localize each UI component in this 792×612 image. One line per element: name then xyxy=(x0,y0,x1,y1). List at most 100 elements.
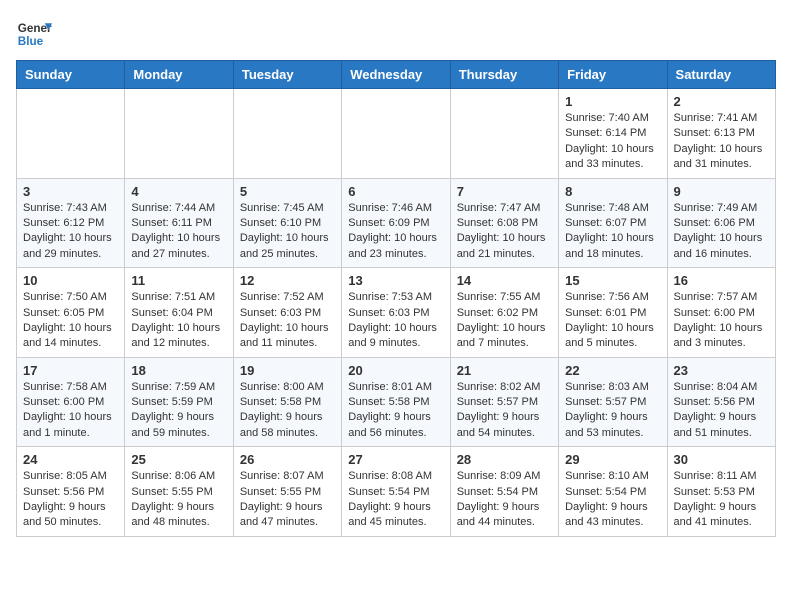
day-number: 5 xyxy=(240,184,335,199)
header-sunday: Sunday xyxy=(17,61,125,89)
day-number: 2 xyxy=(674,94,769,109)
day-number: 7 xyxy=(457,184,552,199)
table-cell: 18Sunrise: 7:59 AM Sunset: 5:59 PM Dayli… xyxy=(125,357,233,447)
table-cell: 17 Sunrise: 7:58 AM Sunset: 6:00 PM Dayli… xyxy=(17,357,125,447)
day-number: 8 xyxy=(565,184,660,199)
day-info: Sunrise: 7:40 AM Sunset: 6:14 PM Dayligh… xyxy=(565,111,660,173)
day-info: Sunrise: 7:44 AM Sunset: 6:11 PM Dayligh… xyxy=(131,201,226,263)
day-info: Sunrise: 8:08 AM Sunset: 5:54 PM Dayligh… xyxy=(348,469,443,531)
table-cell xyxy=(233,89,341,179)
day-number: 26 xyxy=(240,452,335,467)
day-info: Sunrise: 8:06 AM Sunset: 5:55 PM Dayligh… xyxy=(131,469,226,531)
day-number: 4 xyxy=(131,184,226,199)
table-cell: 28 Sunrise: 8:09 AM Sunset: 5:54 PM Dayli… xyxy=(450,447,558,537)
day-info: Sunrise: 8:07 AM Sunset: 5:55 PM Dayligh… xyxy=(240,469,335,531)
day-number: 16 xyxy=(674,273,769,288)
header-monday: Monday xyxy=(125,61,233,89)
table-cell: 21 Sunrise: 8:02 AM Sunset: 5:57 PM Dayli… xyxy=(450,357,558,447)
table-cell: 10Sunrise: 7:50 AM Sunset: 6:05 PM Dayli… xyxy=(17,268,125,358)
day-info: Sunrise: 8:10 AM Sunset: 5:54 PM Dayligh… xyxy=(565,469,660,531)
logo: General Blue xyxy=(16,16,52,52)
week-row-0: 1 Sunrise: 7:40 AM Sunset: 6:14 PM Daylig… xyxy=(17,89,776,179)
table-cell: 19 Sunrise: 8:00 AM Sunset: 5:58 PM Dayli… xyxy=(233,357,341,447)
day-number: 18 xyxy=(131,363,226,378)
day-info: Sunrise: 8:03 AM Sunset: 5:57 PM Dayligh… xyxy=(565,380,660,442)
week-row-1: 3 Sunrise: 7:43 AM Sunset: 6:12 PM Daylig… xyxy=(17,178,776,268)
table-cell: 30 Sunrise: 8:11 AM Sunset: 5:53 PM Dayli… xyxy=(667,447,775,537)
table-cell: 23Sunrise: 8:04 AM Sunset: 5:56 PM Dayli… xyxy=(667,357,775,447)
day-info: Sunrise: 8:02 AM Sunset: 5:57 PM Dayligh… xyxy=(457,380,552,442)
day-number: 20 xyxy=(348,363,443,378)
day-number: 15 xyxy=(565,273,660,288)
table-cell: 16 Sunrise: 7:57 AM Sunset: 6:00 PM Dayli… xyxy=(667,268,775,358)
day-info: Sunrise: 7:57 AM Sunset: 6:00 PM Dayligh… xyxy=(674,290,769,352)
day-number: 12 xyxy=(240,273,335,288)
header-saturday: Saturday xyxy=(667,61,775,89)
day-info: Sunrise: 7:47 AM Sunset: 6:08 PM Dayligh… xyxy=(457,201,552,263)
day-number: 29 xyxy=(565,452,660,467)
day-number: 19 xyxy=(240,363,335,378)
day-info: Sunrise: 7:53 AM Sunset: 6:03 PM Dayligh… xyxy=(348,290,443,352)
week-row-3: 17 Sunrise: 7:58 AM Sunset: 6:00 PM Dayli… xyxy=(17,357,776,447)
day-info: Sunrise: 7:43 AM Sunset: 6:12 PM Dayligh… xyxy=(23,201,118,263)
calendar-table: SundayMondayTuesdayWednesdayThursdayFrid… xyxy=(16,60,776,537)
week-row-4: 24 Sunrise: 8:05 AM Sunset: 5:56 PM Dayli… xyxy=(17,447,776,537)
table-cell: 15 Sunrise: 7:56 AM Sunset: 6:01 PM Dayli… xyxy=(559,268,667,358)
day-info: Sunrise: 7:55 AM Sunset: 6:02 PM Dayligh… xyxy=(457,290,552,352)
table-cell: 26 Sunrise: 8:07 AM Sunset: 5:55 PM Dayli… xyxy=(233,447,341,537)
table-cell: 27 Sunrise: 8:08 AM Sunset: 5:54 PM Dayli… xyxy=(342,447,450,537)
day-info: Sunrise: 7:48 AM Sunset: 6:07 PM Dayligh… xyxy=(565,201,660,263)
table-cell: 5 Sunrise: 7:45 AM Sunset: 6:10 PM Daylig… xyxy=(233,178,341,268)
day-number: 30 xyxy=(674,452,769,467)
day-info: Sunrise: 7:45 AM Sunset: 6:10 PM Dayligh… xyxy=(240,201,335,263)
day-info: Sunrise: 8:05 AM Sunset: 5:56 PM Dayligh… xyxy=(23,469,118,531)
header-thursday: Thursday xyxy=(450,61,558,89)
day-number: 3 xyxy=(23,184,118,199)
header-wednesday: Wednesday xyxy=(342,61,450,89)
day-number: 1 xyxy=(565,94,660,109)
day-info: Sunrise: 7:51 AM Sunset: 6:04 PM Dayligh… xyxy=(131,290,226,352)
header-friday: Friday xyxy=(559,61,667,89)
table-cell: 8 Sunrise: 7:48 AM Sunset: 6:07 PM Daylig… xyxy=(559,178,667,268)
table-cell xyxy=(17,89,125,179)
table-cell xyxy=(450,89,558,179)
table-cell: 3 Sunrise: 7:43 AM Sunset: 6:12 PM Daylig… xyxy=(17,178,125,268)
day-number: 28 xyxy=(457,452,552,467)
day-info: Sunrise: 7:58 AM Sunset: 6:00 PM Dayligh… xyxy=(23,380,118,442)
day-number: 25 xyxy=(131,452,226,467)
day-info: Sunrise: 7:52 AM Sunset: 6:03 PM Dayligh… xyxy=(240,290,335,352)
day-number: 17 xyxy=(23,363,118,378)
table-cell: 29 Sunrise: 8:10 AM Sunset: 5:54 PM Dayli… xyxy=(559,447,667,537)
day-info: Sunrise: 7:50 AM Sunset: 6:05 PM Dayligh… xyxy=(23,290,118,352)
day-info: Sunrise: 8:01 AM Sunset: 5:58 PM Dayligh… xyxy=(348,380,443,442)
header-tuesday: Tuesday xyxy=(233,61,341,89)
day-info: Sunrise: 7:56 AM Sunset: 6:01 PM Dayligh… xyxy=(565,290,660,352)
table-cell xyxy=(342,89,450,179)
day-info: Sunrise: 7:46 AM Sunset: 6:09 PM Dayligh… xyxy=(348,201,443,263)
day-number: 24 xyxy=(23,452,118,467)
day-number: 13 xyxy=(348,273,443,288)
day-number: 22 xyxy=(565,363,660,378)
day-number: 23 xyxy=(674,363,769,378)
table-cell: 25 Sunrise: 8:06 AM Sunset: 5:55 PM Dayli… xyxy=(125,447,233,537)
logo-icon: General Blue xyxy=(16,16,52,52)
day-info: Sunrise: 8:00 AM Sunset: 5:58 PM Dayligh… xyxy=(240,380,335,442)
day-number: 6 xyxy=(348,184,443,199)
day-info: Sunrise: 8:09 AM Sunset: 5:54 PM Dayligh… xyxy=(457,469,552,531)
table-cell xyxy=(125,89,233,179)
table-cell: 22 Sunrise: 8:03 AM Sunset: 5:57 PM Dayli… xyxy=(559,357,667,447)
day-info: Sunrise: 7:49 AM Sunset: 6:06 PM Dayligh… xyxy=(674,201,769,263)
weekday-header-row: SundayMondayTuesdayWednesdayThursdayFrid… xyxy=(17,61,776,89)
table-cell: 11Sunrise: 7:51 AM Sunset: 6:04 PM Dayli… xyxy=(125,268,233,358)
svg-text:Blue: Blue xyxy=(18,35,44,48)
table-cell: 13 Sunrise: 7:53 AM Sunset: 6:03 PM Dayli… xyxy=(342,268,450,358)
day-number: 27 xyxy=(348,452,443,467)
week-row-2: 10Sunrise: 7:50 AM Sunset: 6:05 PM Dayli… xyxy=(17,268,776,358)
table-cell: 9Sunrise: 7:49 AM Sunset: 6:06 PM Daylig… xyxy=(667,178,775,268)
table-cell: 12 Sunrise: 7:52 AM Sunset: 6:03 PM Dayli… xyxy=(233,268,341,358)
day-info: Sunrise: 8:11 AM Sunset: 5:53 PM Dayligh… xyxy=(674,469,769,531)
table-cell: 24 Sunrise: 8:05 AM Sunset: 5:56 PM Dayli… xyxy=(17,447,125,537)
table-cell: 7 Sunrise: 7:47 AM Sunset: 6:08 PM Daylig… xyxy=(450,178,558,268)
day-number: 21 xyxy=(457,363,552,378)
page-header: General Blue xyxy=(16,16,776,52)
